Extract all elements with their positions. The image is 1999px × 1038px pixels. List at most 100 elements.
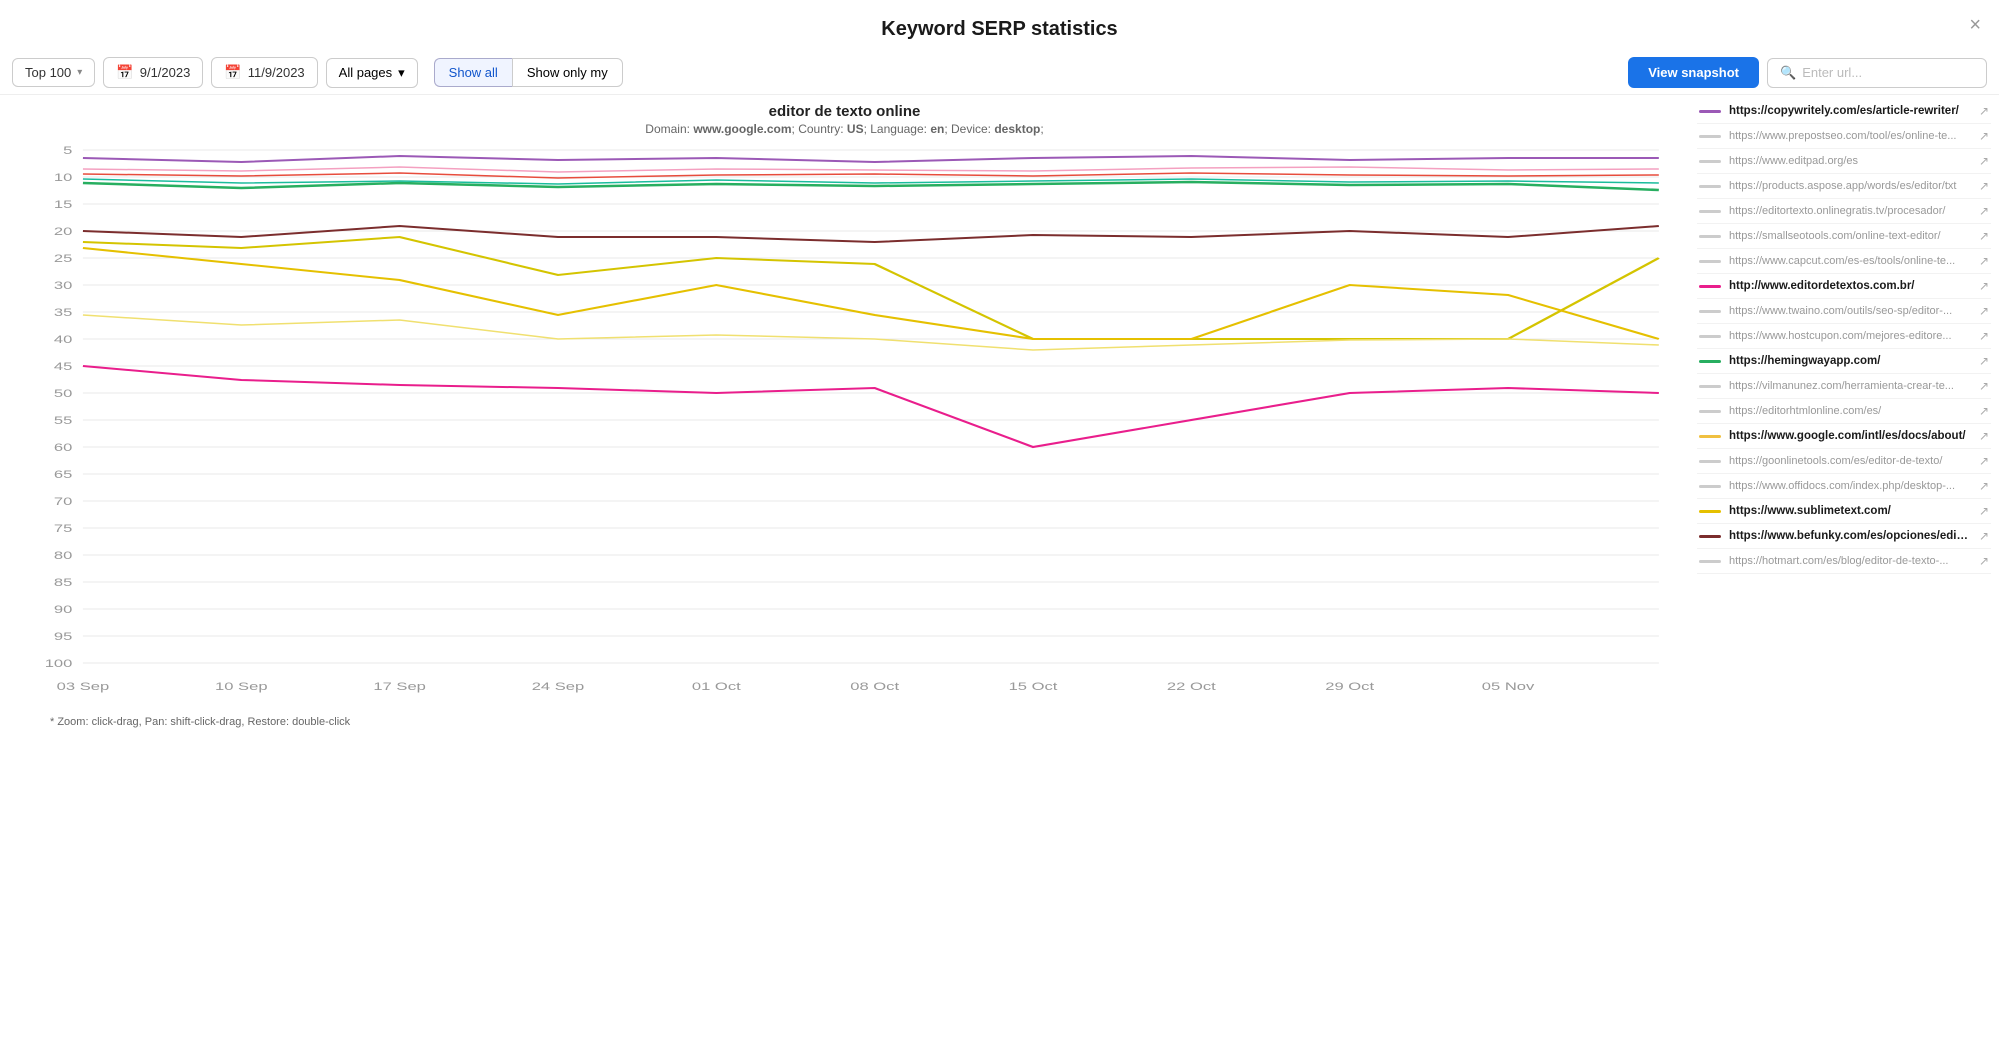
external-link-icon[interactable]: ↗ bbox=[1979, 329, 1989, 343]
external-link-icon[interactable]: ↗ bbox=[1979, 154, 1989, 168]
external-link-icon[interactable]: ↗ bbox=[1979, 454, 1989, 468]
legend-url[interactable]: https://smallseotools.com/online-text-ed… bbox=[1729, 230, 1971, 242]
external-link-icon[interactable]: ↗ bbox=[1979, 304, 1989, 318]
keyword-title: editor de texto online bbox=[0, 103, 1689, 120]
external-link-icon[interactable]: ↗ bbox=[1979, 279, 1989, 293]
external-link-icon[interactable]: ↗ bbox=[1979, 229, 1989, 243]
legend-url[interactable]: https://www.editpad.org/es bbox=[1729, 155, 1971, 167]
legend-url[interactable]: https://www.sublimetext.com/ bbox=[1729, 505, 1971, 517]
svg-text:05 Nov: 05 Nov bbox=[1482, 680, 1535, 693]
all-pages-dropdown[interactable]: All pages ▾ bbox=[326, 58, 418, 88]
end-date-picker[interactable]: 📅 11/9/2023 bbox=[211, 57, 317, 88]
x-axis: 03 Sep 10 Sep 17 Sep 24 Sep 01 Oct 08 Oc… bbox=[57, 680, 1535, 693]
legend-url[interactable]: https://goonlinetools.com/es/editor-de-t… bbox=[1729, 455, 1971, 467]
chevron-down-icon: ▾ bbox=[77, 67, 82, 78]
svg-text:5: 5 bbox=[63, 144, 72, 157]
show-only-my-button[interactable]: Show only my bbox=[512, 58, 623, 87]
legend-item: https://www.editpad.org/es ↗ bbox=[1697, 149, 1991, 174]
external-link-icon[interactable]: ↗ bbox=[1979, 429, 1989, 443]
legend-item: https://hemingwayapp.com/ ↗ bbox=[1697, 349, 1991, 374]
legend-url[interactable]: https://hemingwayapp.com/ bbox=[1729, 355, 1971, 367]
meta-device: desktop bbox=[994, 122, 1040, 136]
legend-url[interactable]: https://www.hostcupon.com/mejores-editor… bbox=[1729, 330, 1971, 342]
chart-area: editor de texto online Domain: www.googl… bbox=[0, 95, 1999, 728]
line-editordetextos bbox=[83, 366, 1659, 447]
line-googledocs bbox=[83, 237, 1659, 339]
svg-text:17 Sep: 17 Sep bbox=[373, 680, 426, 693]
external-link-icon[interactable]: ↗ bbox=[1979, 179, 1989, 193]
pages-label: All pages bbox=[339, 65, 392, 80]
external-link-icon[interactable]: ↗ bbox=[1979, 479, 1989, 493]
close-button[interactable]: × bbox=[1969, 14, 1981, 37]
external-link-icon[interactable]: ↗ bbox=[1979, 504, 1989, 518]
svg-text:45: 45 bbox=[54, 360, 73, 373]
external-link-icon[interactable]: ↗ bbox=[1979, 404, 1989, 418]
legend-color-line bbox=[1699, 135, 1721, 138]
external-link-icon[interactable]: ↗ bbox=[1979, 204, 1989, 218]
legend-url[interactable]: https://www.twaino.com/outils/seo-sp/edi… bbox=[1729, 305, 1971, 317]
legend-url[interactable]: https://www.befunky.com/es/opciones/edit… bbox=[1729, 530, 1971, 542]
legend-color-line bbox=[1699, 360, 1721, 363]
external-link-icon[interactable]: ↗ bbox=[1979, 554, 1989, 568]
external-link-icon[interactable]: ↗ bbox=[1979, 254, 1989, 268]
line-copywritely bbox=[83, 156, 1659, 162]
legend-item: https://editorhtmlonline.com/es/ ↗ bbox=[1697, 399, 1991, 424]
calendar-icon: 📅 bbox=[224, 64, 241, 81]
legend-url[interactable]: https://hotmart.com/es/blog/editor-de-te… bbox=[1729, 555, 1971, 567]
chart-wrapper[interactable]: 5 10 15 20 25 30 35 40 45 bbox=[0, 140, 1689, 710]
legend-color-line bbox=[1699, 535, 1721, 538]
legend-item: https://editortexto.onlinegratis.tv/proc… bbox=[1697, 199, 1991, 224]
legend-url[interactable]: https://copywritely.com/es/article-rewri… bbox=[1729, 105, 1971, 117]
legend-url[interactable]: https://www.prepostseo.com/tool/es/onlin… bbox=[1729, 130, 1971, 142]
chart-meta: Domain: www.google.com; Country: US; Lan… bbox=[0, 122, 1689, 136]
legend-color-line bbox=[1699, 435, 1721, 438]
legend-url[interactable]: https://products.aspose.app/words/es/edi… bbox=[1729, 180, 1971, 192]
external-link-icon[interactable]: ↗ bbox=[1979, 104, 1989, 118]
show-all-button[interactable]: Show all bbox=[434, 58, 512, 87]
top-100-dropdown[interactable]: Top 100 ▾ bbox=[12, 58, 95, 87]
svg-text:50: 50 bbox=[54, 387, 73, 400]
svg-text:10: 10 bbox=[54, 171, 73, 184]
serp-chart[interactable]: 5 10 15 20 25 30 35 40 45 bbox=[0, 140, 1689, 710]
svg-text:35: 35 bbox=[54, 306, 73, 319]
legend-item: https://products.aspose.app/words/es/edi… bbox=[1697, 174, 1991, 199]
legend-color-line bbox=[1699, 235, 1721, 238]
svg-text:90: 90 bbox=[54, 603, 73, 616]
view-snapshot-button[interactable]: View snapshot bbox=[1628, 57, 1759, 88]
external-link-icon[interactable]: ↗ bbox=[1979, 129, 1989, 143]
legend-color-line bbox=[1699, 335, 1721, 338]
legend-color-line bbox=[1699, 160, 1721, 163]
legend-color-line bbox=[1699, 310, 1721, 313]
svg-text:75: 75 bbox=[54, 522, 73, 535]
start-date-picker[interactable]: 📅 9/1/2023 bbox=[103, 57, 203, 88]
legend-color-line bbox=[1699, 285, 1721, 288]
legend-url[interactable]: http://www.editordetextos.com.br/ bbox=[1729, 280, 1971, 292]
meta-country: US bbox=[847, 122, 864, 136]
external-link-icon[interactable]: ↗ bbox=[1979, 379, 1989, 393]
page-title: Keyword SERP statistics bbox=[881, 18, 1117, 40]
start-date-label: 9/1/2023 bbox=[140, 65, 191, 80]
svg-text:01 Oct: 01 Oct bbox=[692, 680, 741, 693]
svg-text:40: 40 bbox=[54, 333, 73, 346]
line-prepostseo bbox=[83, 167, 1659, 172]
svg-text:65: 65 bbox=[54, 468, 73, 481]
url-search-input[interactable] bbox=[1802, 65, 1962, 80]
meta-language: en bbox=[930, 122, 944, 136]
legend-url[interactable]: https://www.capcut.com/es-es/tools/onlin… bbox=[1729, 255, 1971, 267]
legend-url[interactable]: https://vilmanunez.com/herramienta-crear… bbox=[1729, 380, 1971, 392]
external-link-icon[interactable]: ↗ bbox=[1979, 529, 1989, 543]
legend-color-line bbox=[1699, 410, 1721, 413]
legend-color-line bbox=[1699, 485, 1721, 488]
line-capcut bbox=[83, 315, 1659, 350]
line-sublimetext bbox=[83, 248, 1659, 339]
svg-text:25: 25 bbox=[54, 252, 73, 265]
external-link-icon[interactable]: ↗ bbox=[1979, 354, 1989, 368]
legend-url[interactable]: https://editorhtmlonline.com/es/ bbox=[1729, 405, 1971, 417]
legend-url[interactable]: https://editortexto.onlinegratis.tv/proc… bbox=[1729, 205, 1971, 217]
url-search-container: 🔍 bbox=[1767, 58, 1987, 88]
legend-url[interactable]: https://www.google.com/intl/es/docs/abou… bbox=[1729, 430, 1971, 442]
line-befunky bbox=[83, 226, 1659, 242]
legend-item: https://www.capcut.com/es-es/tools/onlin… bbox=[1697, 249, 1991, 274]
svg-text:60: 60 bbox=[54, 441, 73, 454]
legend-url[interactable]: https://www.offidocs.com/index.php/deskt… bbox=[1729, 480, 1971, 492]
